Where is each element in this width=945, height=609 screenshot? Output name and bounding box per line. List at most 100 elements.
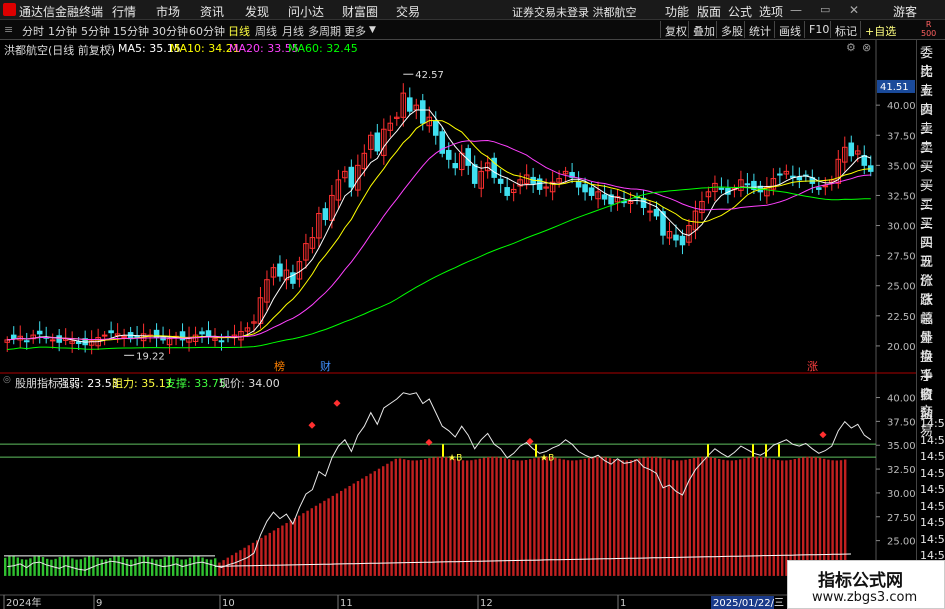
period-weekly[interactable]: 周线: [255, 23, 277, 39]
period-60min[interactable]: 60分钟: [189, 23, 225, 39]
hist-bar-red: [722, 459, 725, 576]
hist-bar-red: [474, 459, 477, 576]
hist-bar-red: [520, 460, 523, 576]
hist-bar-red: [411, 460, 414, 576]
btn-tongji[interactable]: 统计: [744, 21, 775, 38]
candle-body: [218, 340, 225, 343]
hist-bar-red: [478, 458, 481, 576]
hist-bar-red: [340, 490, 343, 576]
btn-duogu[interactable]: 多股: [716, 21, 747, 38]
btn-huaxian[interactable]: 画线: [774, 21, 805, 38]
event-marker-0: 榜: [274, 359, 285, 373]
hist-bar-red: [508, 459, 511, 576]
hist-bar-red: [684, 459, 687, 576]
trade-row-6: 14:56: [920, 483, 945, 496]
window-close-icon[interactable]: ✕: [849, 3, 859, 17]
toolbar-menu-icon[interactable]: ≡: [4, 23, 13, 36]
hist-bar-red: [596, 456, 599, 576]
hist-bar-red: [529, 459, 532, 576]
quote-panel: 委比 卖五 卖四 卖三 卖二 卖一 买一 买二 买三 买四 买五 现价 涨跌 涨幅 总量 外盘 换手 净资 收益 自动…: [916, 40, 945, 609]
candle-body: [75, 341, 82, 345]
period-5min[interactable]: 5分钟: [81, 23, 110, 39]
hist-bar-green: [134, 558, 137, 576]
hist-bar-red: [554, 457, 557, 576]
hist-bar-red: [802, 457, 805, 576]
hist-bar-red: [403, 459, 406, 576]
hist-bar-red: [390, 461, 393, 576]
candle-body: [777, 173, 783, 176]
y-tick-label: 25.00: [887, 282, 916, 293]
btn-add-watchlist[interactable]: +自选: [860, 21, 900, 38]
candle-body: [49, 339, 56, 342]
hist-bar-red: [524, 459, 528, 576]
hist-bar-red: [449, 457, 452, 576]
hist-bar-red: [386, 463, 389, 576]
candle-body: [575, 181, 582, 188]
watermark-title: 指标公式网: [818, 571, 903, 591]
menu-zixun[interactable]: 资讯: [200, 3, 224, 20]
period-daily[interactable]: 日线: [228, 23, 250, 39]
hist-bar-red: [424, 459, 427, 576]
hist-bar-red: [558, 458, 561, 576]
menu-jiaoyi[interactable]: 交易: [396, 3, 420, 20]
hist-bar-red: [461, 460, 465, 576]
period-monthly[interactable]: 月线: [282, 23, 304, 39]
candle-body: [10, 334, 17, 340]
peak-diamond-4: [819, 431, 827, 439]
hist-bar-red: [680, 460, 683, 576]
menu-xuanxiang[interactable]: 选项: [759, 3, 783, 20]
app-title: 通达信金融终端: [19, 5, 104, 19]
menu-banmian[interactable]: 版面: [697, 3, 721, 20]
hist-bar-red: [272, 530, 276, 576]
btn-diejia[interactable]: 叠加: [688, 21, 719, 38]
hist-bar-green: [50, 559, 53, 576]
menu-faxian[interactable]: 发现: [245, 3, 269, 20]
btn-fuquan[interactable]: 复权: [660, 21, 691, 38]
guest-label[interactable]: 游客: [893, 3, 917, 20]
hist-bar-red: [281, 525, 284, 576]
hist-bar-red: [369, 473, 372, 576]
menu-caifuquan[interactable]: 财富圈: [342, 3, 378, 20]
x-tick-label: 10: [222, 598, 235, 609]
hist-bar-red: [713, 457, 717, 576]
hist-bar-red: [218, 562, 221, 576]
hist-bar-red: [415, 460, 418, 576]
menu-shichang[interactable]: 市场: [156, 3, 180, 20]
period-multi[interactable]: 多周期: [308, 23, 341, 39]
hist-bar-red: [575, 460, 578, 576]
hist-bar-red: [306, 510, 309, 576]
hist-bar-green: [121, 557, 124, 576]
hist-bar-red: [285, 523, 288, 576]
menu-hangqing[interactable]: 行情: [112, 3, 136, 20]
period-more[interactable]: 更多: [344, 23, 366, 39]
trade-row-4: 14:56: [920, 450, 945, 463]
hist-bar-green: [180, 559, 183, 576]
hist-bar-red: [545, 456, 549, 576]
candle-body: [199, 331, 205, 335]
hist-bar-green: [176, 558, 179, 576]
hist-bar-red: [457, 459, 460, 576]
hist-bar-green: [138, 556, 141, 576]
period-1min[interactable]: 1分钟: [48, 23, 77, 39]
watermark-badge: 指标公式网 www.zbgs3.com: [787, 560, 945, 609]
period-15min[interactable]: 15分钟: [113, 23, 149, 39]
period-fenshi[interactable]: 分时: [22, 23, 44, 39]
login-warning[interactable]: 证券交易未登录 洪都航空: [512, 4, 637, 20]
candle-body: [679, 235, 686, 246]
chart-canvas[interactable]: ★B ★B 40.00 37.50 35.00 32.50 30.00 27.50 25.00…: [0, 40, 916, 609]
hist-bar-red: [797, 458, 801, 576]
menu-gongshi[interactable]: 公式: [728, 3, 752, 20]
hist-bar-red: [314, 505, 318, 576]
window-minimize-icon[interactable]: —: [790, 3, 802, 17]
hist-bar-red: [747, 457, 750, 576]
menu-gongneng[interactable]: 功能: [665, 3, 689, 20]
btn-f10[interactable]: F10: [804, 21, 833, 38]
x-tick-label: 1: [620, 598, 626, 609]
menu-wenxiaoda[interactable]: 问小达: [288, 3, 324, 20]
hist-bar-red: [701, 456, 704, 576]
window-maximize-icon[interactable]: ▭: [820, 3, 830, 16]
hist-bar-red: [550, 457, 553, 576]
more-dropdown-icon[interactable]: ▼: [369, 25, 376, 35]
btn-biaoji[interactable]: 标记: [830, 21, 861, 38]
period-30min[interactable]: 30分钟: [152, 23, 188, 39]
